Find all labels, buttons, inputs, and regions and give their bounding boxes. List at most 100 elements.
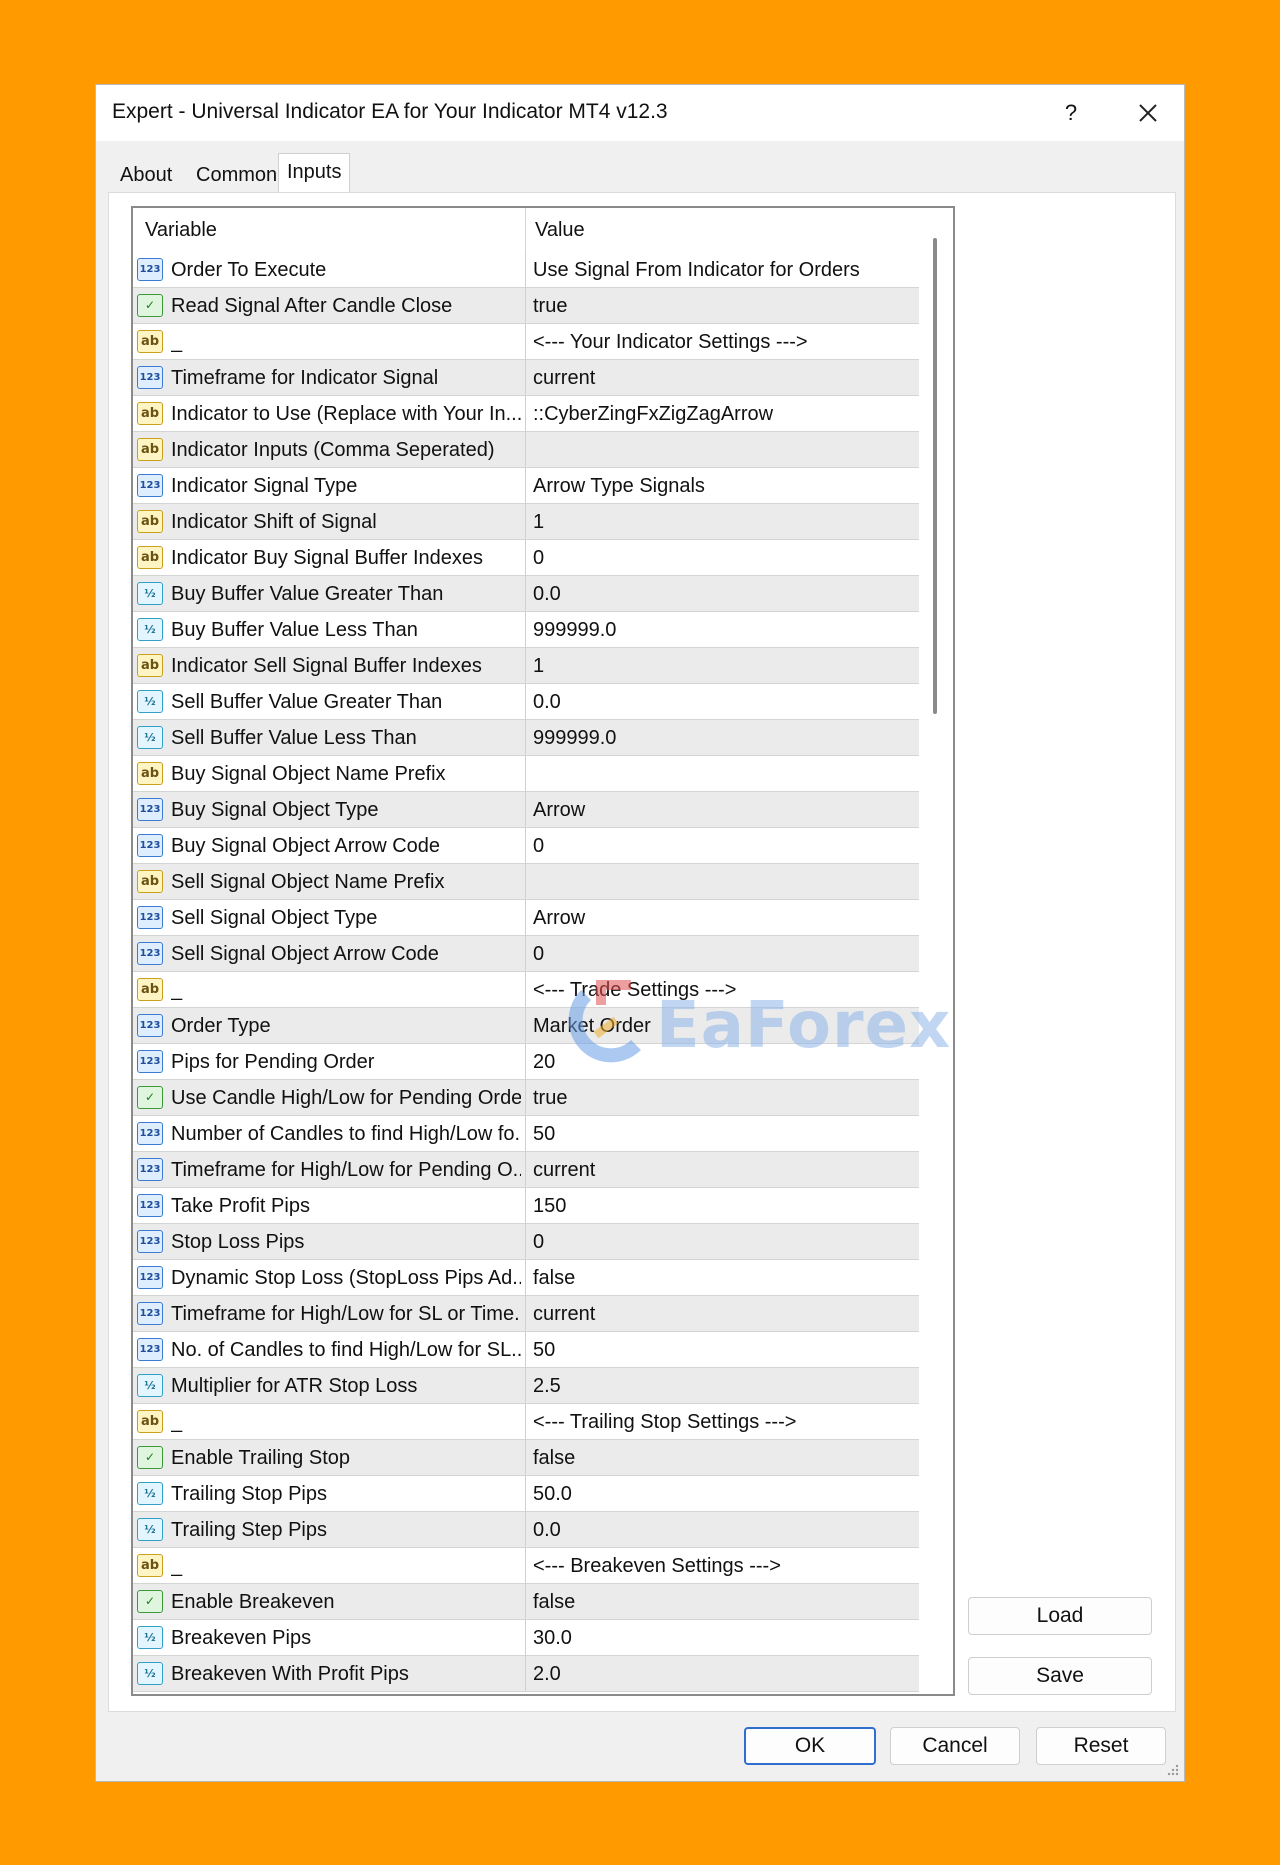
value-cell[interactable] (533, 756, 913, 792)
table-row[interactable]: 123 Take Profit Pips 150 (133, 1188, 919, 1224)
value-cell[interactable] (533, 864, 913, 900)
table-row[interactable]: ½ Buy Buffer Value Less Than 999999.0 (133, 612, 919, 648)
value-cell[interactable]: Arrow (533, 792, 913, 828)
table-row[interactable]: ab Indicator Shift of Signal 1 (133, 504, 919, 540)
table-row[interactable]: 123 Buy Signal Object Type Arrow (133, 792, 919, 828)
tab-inputs[interactable]: Inputs (278, 153, 351, 195)
variable-name-cell: Read Signal After Candle Close (171, 295, 453, 317)
value-cell[interactable]: false (533, 1584, 913, 1620)
value-cell[interactable]: Arrow Type Signals (533, 468, 913, 504)
value-cell[interactable]: <--- Breakeven Settings ---> (533, 1548, 913, 1584)
table-row[interactable]: ab Indicator Sell Signal Buffer Indexes 1 (133, 648, 919, 684)
value-cell[interactable]: 1 (533, 504, 913, 540)
column-header-variable[interactable]: Variable (145, 208, 217, 252)
table-row[interactable]: 123 Sell Signal Object Arrow Code 0 (133, 936, 919, 972)
value-cell[interactable]: 30.0 (533, 1620, 913, 1656)
table-row[interactable]: ab _ <--- Your Indicator Settings ---> (133, 324, 919, 360)
string-type-icon: ab (137, 1554, 163, 1577)
value-cell[interactable]: 1 (533, 648, 913, 684)
tab-common[interactable]: Common (188, 157, 285, 193)
table-row[interactable]: ½ Trailing Step Pips 0.0 (133, 1512, 919, 1548)
table-row[interactable]: ab Indicator to Use (Replace with Your In… (133, 396, 919, 432)
value-cell[interactable]: 999999.0 (533, 720, 913, 756)
value-cell[interactable]: false (533, 1440, 913, 1476)
cancel-button[interactable]: Cancel (890, 1727, 1020, 1765)
table-row[interactable]: 123 Dynamic Stop Loss (StopLoss Pips Ad..… (133, 1260, 919, 1296)
table-row[interactable]: 123 Pips for Pending Order 20 (133, 1044, 919, 1080)
value-cell[interactable]: <--- Trailing Stop Settings ---> (533, 1404, 913, 1440)
value-cell[interactable]: Market Order (533, 1008, 913, 1044)
table-row[interactable]: ½ Trailing Stop Pips 50.0 (133, 1476, 919, 1512)
value-cell[interactable]: 2.5 (533, 1368, 913, 1404)
help-button[interactable]: ? (1051, 95, 1091, 131)
table-row[interactable]: ab _ <--- Breakeven Settings ---> (133, 1548, 919, 1584)
scrollbar-thumb[interactable] (933, 238, 937, 714)
value-cell[interactable]: 50 (533, 1332, 913, 1368)
table-row[interactable]: ab Indicator Buy Signal Buffer Indexes 0 (133, 540, 919, 576)
save-button[interactable]: Save (968, 1657, 1152, 1695)
ok-button[interactable]: OK (744, 1727, 876, 1765)
table-row[interactable]: ab Indicator Inputs (Comma Seperated) (133, 432, 919, 468)
value-cell[interactable]: 0 (533, 540, 913, 576)
column-header-value[interactable]: Value (535, 208, 585, 252)
table-row[interactable]: 123 Timeframe for High/Low for Pending O.… (133, 1152, 919, 1188)
table-row[interactable]: ✓ Use Candle High/Low for Pending Order tr… (133, 1080, 919, 1116)
value-cell[interactable]: 0 (533, 1224, 913, 1260)
load-button[interactable]: Load (968, 1597, 1152, 1635)
value-cell[interactable]: <--- Your Indicator Settings ---> (533, 324, 913, 360)
value-cell[interactable]: 150 (533, 1188, 913, 1224)
value-cell[interactable]: true (533, 288, 913, 324)
table-row[interactable]: ✓ Enable Trailing Stop false (133, 1440, 919, 1476)
value-cell[interactable]: 0.0 (533, 1512, 913, 1548)
value-cell[interactable]: current (533, 360, 913, 396)
table-row[interactable]: 123 Buy Signal Object Arrow Code 0 (133, 828, 919, 864)
column-divider[interactable] (525, 208, 526, 252)
table-row[interactable]: ab Buy Signal Object Name Prefix (133, 756, 919, 792)
table-row[interactable]: ½ Breakeven Pips 30.0 (133, 1620, 919, 1656)
table-row[interactable]: ab _ <--- Trade Settings ---> (133, 972, 919, 1008)
table-row[interactable]: 123 Sell Signal Object Type Arrow (133, 900, 919, 936)
value-cell[interactable]: current (533, 1152, 913, 1188)
string-type-icon: ab (137, 1410, 163, 1433)
table-row[interactable]: 123 Order To Execute Use Signal From Indic… (133, 252, 919, 288)
resize-grip-icon[interactable] (1166, 1763, 1180, 1777)
table-row[interactable]: 123 Timeframe for Indicator Signal current (133, 360, 919, 396)
value-cell[interactable]: 0.0 (533, 576, 913, 612)
table-row[interactable]: ab _ <--- Trailing Stop Settings ---> (133, 1404, 919, 1440)
value-cell[interactable]: Use Signal From Indicator for Orders (533, 252, 913, 288)
vertical-scrollbar[interactable] (919, 208, 953, 1694)
table-row[interactable]: ½ Buy Buffer Value Greater Than 0.0 (133, 576, 919, 612)
value-cell[interactable]: 50.0 (533, 1476, 913, 1512)
table-row[interactable]: ½ Breakeven With Profit Pips 2.0 (133, 1656, 919, 1692)
value-cell[interactable]: current (533, 1296, 913, 1332)
table-row[interactable]: ✓ Enable Breakeven false (133, 1584, 919, 1620)
value-cell[interactable]: Arrow (533, 900, 913, 936)
value-cell[interactable]: true (533, 1080, 913, 1116)
table-row[interactable]: 123 Order Type Market Order (133, 1008, 919, 1044)
tab-about[interactable]: About (112, 157, 180, 193)
table-row[interactable]: 123 Stop Loss Pips 0 (133, 1224, 919, 1260)
value-cell[interactable]: false (533, 1260, 913, 1296)
table-row[interactable]: ✓ Read Signal After Candle Close true (133, 288, 919, 324)
value-cell[interactable]: 0.0 (533, 684, 913, 720)
value-cell[interactable]: 999999.0 (533, 612, 913, 648)
value-cell[interactable]: 0 (533, 828, 913, 864)
table-row[interactable]: ½ Sell Buffer Value Less Than 999999.0 (133, 720, 919, 756)
variable-name-cell: Buy Buffer Value Greater Than (171, 583, 444, 605)
reset-button[interactable]: Reset (1036, 1727, 1166, 1765)
value-cell[interactable]: ::CyberZingFxZigZagArrow (533, 396, 913, 432)
table-row[interactable]: ½ Multiplier for ATR Stop Loss 2.5 (133, 1368, 919, 1404)
value-cell[interactable]: 2.0 (533, 1656, 913, 1692)
value-cell[interactable]: 0 (533, 936, 913, 972)
table-row[interactable]: 123 Indicator Signal Type Arrow Type Signa… (133, 468, 919, 504)
table-row[interactable]: 123 No. of Candles to find High/Low for S… (133, 1332, 919, 1368)
value-cell[interactable]: <--- Trade Settings ---> (533, 972, 913, 1008)
table-row[interactable]: ab Sell Signal Object Name Prefix (133, 864, 919, 900)
value-cell[interactable]: 50 (533, 1116, 913, 1152)
table-row[interactable]: 123 Number of Candles to find High/Low fo… (133, 1116, 919, 1152)
value-cell[interactable] (533, 432, 913, 468)
value-cell[interactable]: 20 (533, 1044, 913, 1080)
close-button[interactable] (1126, 95, 1170, 131)
table-row[interactable]: ½ Sell Buffer Value Greater Than 0.0 (133, 684, 919, 720)
table-row[interactable]: 123 Timeframe for High/Low for SL or Time… (133, 1296, 919, 1332)
